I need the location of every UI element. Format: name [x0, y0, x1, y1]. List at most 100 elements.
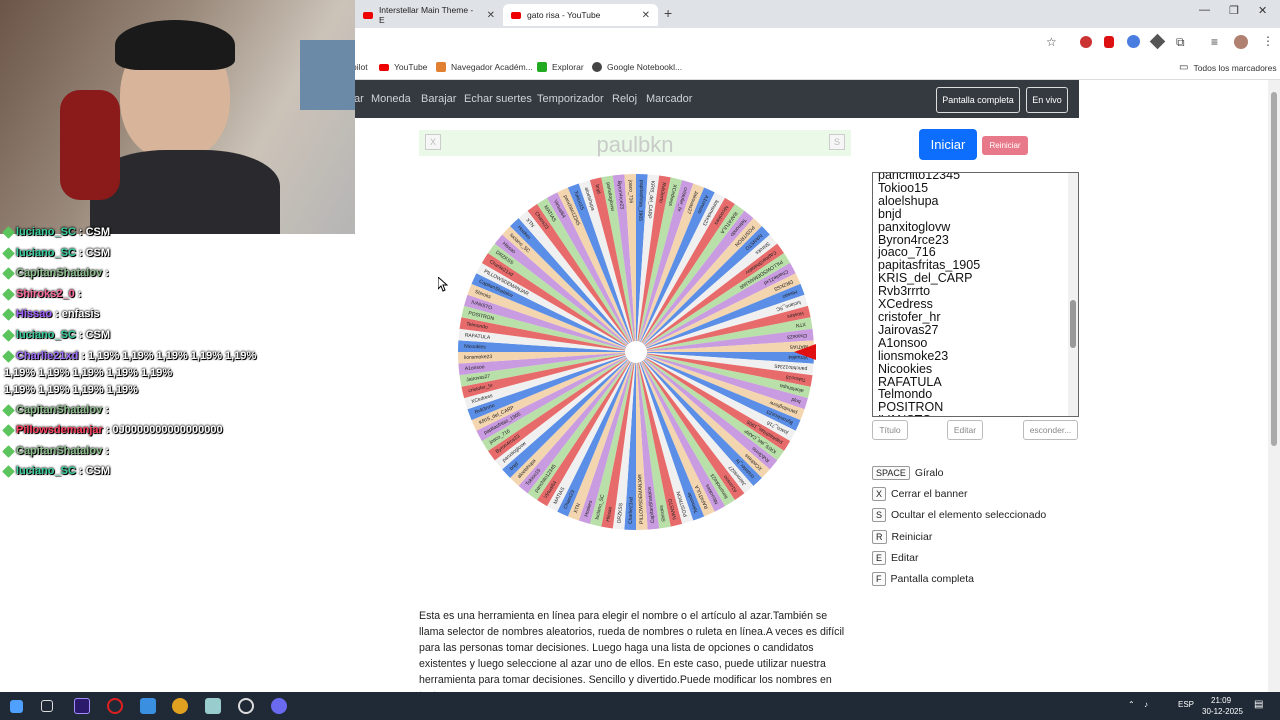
chat-message: luciano_SC: CSM [2, 328, 110, 342]
new-tab-button[interactable]: + [664, 5, 672, 21]
badge-icon [2, 423, 15, 437]
bookmark-item[interactable]: Navegador Académ... [436, 62, 533, 72]
shortcut-label: Gíralo [914, 467, 944, 479]
close-window-icon[interactable]: ✕ [1258, 4, 1267, 17]
chat-username[interactable]: Pillowsdemanjar [16, 424, 103, 436]
minimize-icon[interactable]: — [1199, 4, 1210, 16]
bookmark-item[interactable]: Explorar [537, 62, 584, 72]
avatar[interactable] [1234, 35, 1248, 49]
nav-link-reloj[interactable]: Reloj [612, 93, 637, 105]
chat-message: luciano_SC: CSM [2, 246, 111, 260]
badge-icon [2, 444, 15, 458]
chat-text: CSM [85, 247, 111, 259]
extension-icon[interactable] [1149, 33, 1166, 50]
badge-icon [2, 266, 15, 280]
chat-separator: : [77, 288, 82, 300]
name-line: Jairovas27 [878, 322, 939, 337]
bookmark-label: Todos los marcadores [1193, 62, 1277, 73]
name-wheel[interactable]: Virtual64panchito12345Tokioo15aloelshupa… [456, 171, 822, 533]
academic-icon [436, 62, 446, 72]
chat-username[interactable]: Hissao [16, 308, 52, 320]
badge-icon [2, 225, 15, 239]
fullscreen-button[interactable]: Pantalla completa [936, 87, 1020, 113]
tab-gato-risa[interactable]: gato risa - YouTube ✕ [503, 4, 658, 26]
textarea-scroll-thumb[interactable] [1070, 300, 1076, 348]
chat-username[interactable]: Charlie21xd [16, 350, 78, 362]
bookmark-item[interactable]: YouTube [379, 62, 427, 72]
chat-username[interactable]: luciano_SC [16, 465, 76, 477]
hide-button[interactable]: esconder... [1023, 420, 1078, 440]
windows-start-icon[interactable] [10, 700, 23, 713]
chat-text: 1,19% 1,19% 1,19% 1,19% 1,19% [4, 367, 173, 379]
obs-icon[interactable] [238, 698, 254, 714]
hide-selected-button[interactable]: S [829, 134, 845, 150]
kick-icon [537, 62, 547, 72]
media-control-icon[interactable]: ≡ [1211, 35, 1218, 49]
chrome-icon[interactable] [172, 698, 188, 714]
volume-icon[interactable]: ♪ [1144, 700, 1148, 709]
chat-username[interactable]: CapitanShatalov [16, 445, 102, 457]
bookmark-star-icon[interactable]: ☆ [1046, 35, 1057, 49]
clock-time[interactable]: 21:09 [1211, 696, 1231, 705]
chat-text: 1,19% 1,19% 1,19% 1,19% 1,19% [88, 350, 257, 362]
chat-text: CSM [85, 226, 111, 238]
language-indicator[interactable]: ESP [1178, 700, 1194, 709]
nav-link-barajar[interactable]: Barajar [421, 93, 456, 105]
chat-message: CapitanShatalov: [2, 403, 109, 417]
chat-message: CapitanShatalov: [2, 444, 109, 458]
translate-icon[interactable] [1127, 35, 1140, 48]
app-icon[interactable] [205, 698, 221, 714]
chat-username[interactable]: CapitanShatalov [16, 267, 102, 279]
nav-link-echar-suertes[interactable]: Echar suertes [464, 93, 532, 105]
restore-icon[interactable]: ❐ [1229, 4, 1239, 17]
name-line: lionsmoke23 [878, 348, 949, 363]
chat-separator: : [105, 445, 109, 457]
chat-message: luciano_SC: CSM [2, 225, 111, 239]
page-scroll-thumb[interactable] [1271, 92, 1277, 446]
tray-chevron-icon[interactable]: ⌃ [1128, 700, 1135, 709]
chat-username[interactable]: CapitanShatalov [16, 404, 102, 416]
start-button[interactable]: Iniciar [919, 129, 977, 160]
after-effects-icon[interactable] [74, 698, 90, 714]
bookmark-item[interactable]: Google Notebookl... [592, 62, 682, 72]
menu-icon[interactable]: ⋮ [1262, 34, 1274, 48]
nav-link-moneda[interactable]: Moneda [371, 93, 411, 105]
shortcut-label: Reiniciar [891, 530, 933, 543]
shortcut-row: F Pantalla completa [872, 572, 974, 586]
task-view-icon[interactable] [41, 700, 53, 712]
puzzle-icon[interactable]: ⧉ [1176, 35, 1185, 50]
name-line: Tokioo15 [878, 180, 929, 195]
app-icon[interactable] [140, 698, 156, 714]
textarea-scrollbar[interactable] [1068, 173, 1078, 416]
close-icon[interactable]: ✕ [487, 10, 495, 21]
title-button[interactable]: Título [872, 420, 908, 440]
live-button[interactable]: En vivo [1026, 87, 1068, 113]
reset-button[interactable]: Reiniciar [982, 136, 1028, 155]
chat-username[interactable]: Shiroks2_0 [16, 288, 75, 300]
nav-link-temporizador[interactable]: Temporizador [537, 93, 604, 105]
chat-username[interactable]: luciano_SC [16, 329, 76, 341]
extension-icon[interactable] [1104, 36, 1114, 48]
opera-icon[interactable] [107, 698, 123, 714]
chat-text: enfasis [61, 308, 100, 320]
names-textarea[interactable]: panchito12345 Tokioo15 aloelshupa bnjd panxi… [872, 172, 1079, 417]
nav-link[interactable]: ar [354, 93, 364, 105]
discord-icon[interactable] [271, 698, 287, 714]
wheel-segment-label: Charlie21xd [628, 497, 635, 524]
shortcut-row: E Editar [872, 550, 919, 565]
shortcut-row: R Reiniciar [872, 529, 933, 544]
wheel-hub [625, 341, 647, 363]
notification-icon[interactable]: ▤ [1254, 699, 1263, 710]
chat-username[interactable]: luciano_SC [16, 247, 76, 259]
close-icon[interactable]: ✕ [642, 10, 650, 21]
chat-message: 1,19% 1,19% 1,19% 1,19% 1,19% [4, 367, 172, 379]
chat-username[interactable]: luciano_SC [16, 226, 76, 238]
all-bookmarks[interactable]: ▭ Todos los marcadores [1179, 62, 1277, 73]
shortcut-label: Editar [891, 551, 919, 564]
edit-button[interactable]: Editar [947, 420, 983, 440]
tab-interstellar[interactable]: Interstellar Main Theme - E ✕ [355, 4, 503, 26]
nav-link-marcador[interactable]: Marcador [646, 93, 692, 105]
extension-icon[interactable] [1080, 36, 1092, 48]
clock-date[interactable]: 30-12-2025 [1202, 707, 1243, 716]
name-line: cristofer_hr [878, 309, 941, 324]
